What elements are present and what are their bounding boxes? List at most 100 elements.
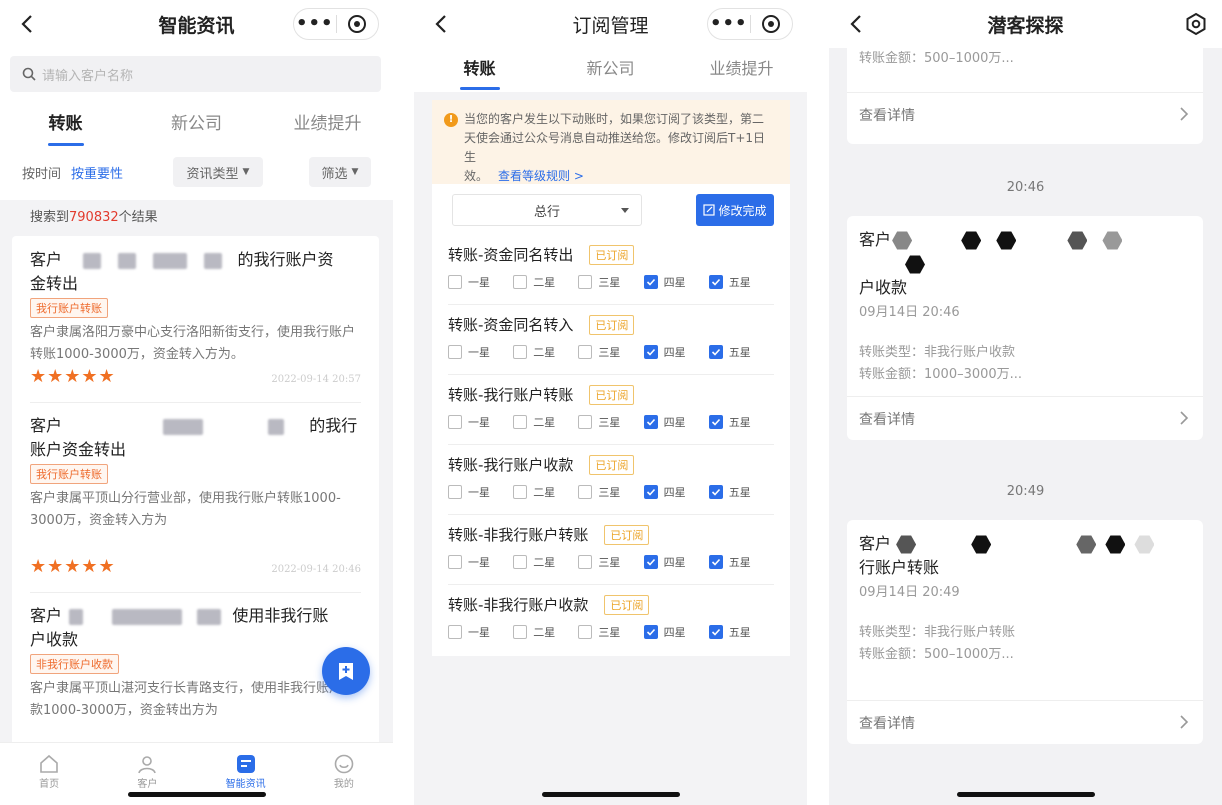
checkbox[interactable] — [708, 485, 723, 499]
checkbox[interactable] — [578, 485, 593, 499]
checkbox[interactable] — [513, 625, 528, 639]
star-level-option[interactable]: 四星 — [643, 484, 709, 500]
star-level-option[interactable]: 三星 — [578, 554, 643, 570]
star-level-option[interactable]: 三星 — [578, 274, 643, 290]
star-level-option[interactable]: 三星 — [578, 484, 643, 500]
star-level-option[interactable]: 二星 — [513, 554, 578, 570]
checkbox[interactable] — [448, 625, 462, 639]
tab-transfer[interactable]: 转账 — [414, 48, 545, 92]
star-level-option[interactable]: 三星 — [578, 344, 643, 360]
tab-performance[interactable]: 业绩提升 — [676, 48, 807, 92]
checkbox[interactable] — [578, 625, 593, 639]
transfer-type: 转账类型：非我行账户收款 — [859, 345, 1016, 360]
checkbox[interactable] — [448, 555, 462, 569]
news-item[interactable]: 客户 使用非我行账 户收款 非我行账户收款 客户隶属平顶山湛河支行长青路支行，使… — [30, 604, 360, 722]
filter-dropdown[interactable]: 筛选 ▼ — [309, 157, 371, 187]
checkbox[interactable] — [643, 275, 658, 289]
news-time: 2022-09-14 20:57 — [271, 374, 361, 385]
star-level-option[interactable]: 五星 — [708, 484, 774, 500]
checkbox[interactable] — [643, 625, 658, 639]
star-level-option[interactable]: 五星 — [708, 554, 774, 570]
tab-performance[interactable]: 业绩提升 — [262, 104, 393, 144]
star-level-option[interactable]: 三星 — [578, 414, 643, 430]
view-details-link[interactable]: 查看详情 — [847, 700, 1203, 744]
close-mini-program-icon[interactable] — [337, 14, 379, 34]
star-level-option[interactable]: 五星 — [708, 624, 774, 640]
screen-prospect-explorer: 潜客探探 转账金额：500–1000万... 查看详情 20:46 客户 户收款 — [829, 0, 1222, 805]
checkbox[interactable] — [448, 275, 462, 289]
checkbox[interactable] — [448, 345, 462, 359]
checkbox[interactable] — [578, 415, 593, 429]
checkbox[interactable] — [643, 485, 658, 499]
news-item[interactable]: 客户 的我行 账户资金转出 我行账户转账 客户隶属平顶山分行营业部，使用我行账户… — [30, 414, 360, 532]
tab-new-company[interactable]: 新公司 — [545, 48, 676, 92]
search-input[interactable]: 请输入客户名称 — [10, 56, 381, 92]
star-level-option[interactable]: 二星 — [513, 484, 578, 500]
checkbox[interactable] — [708, 345, 723, 359]
star-level-option[interactable]: 一星 — [448, 624, 513, 640]
checkbox[interactable] — [513, 345, 528, 359]
sort-by-time[interactable]: 按时间 — [22, 163, 61, 182]
checkbox[interactable] — [643, 555, 658, 569]
close-mini-program-icon[interactable] — [751, 14, 793, 34]
star-level-option[interactable]: 一星 — [448, 344, 513, 360]
subscribed-badge: 已订阅 — [604, 524, 650, 545]
level-rules-link[interactable]: 查看等级规则 > — [498, 169, 584, 183]
star-level-option[interactable]: 四星 — [643, 554, 709, 570]
star-level-option[interactable]: 一星 — [448, 414, 513, 430]
back-arrow-icon[interactable] — [430, 12, 454, 36]
checkbox[interactable] — [513, 555, 528, 569]
view-details-link[interactable]: 查看详情 — [847, 92, 1203, 136]
checkbox[interactable] — [708, 555, 723, 569]
checkbox[interactable] — [513, 415, 528, 429]
checkbox[interactable] — [578, 555, 593, 569]
checkbox[interactable] — [578, 275, 593, 289]
star-level-option[interactable]: 二星 — [513, 624, 578, 640]
checkbox[interactable] — [708, 415, 723, 429]
tab-new-company[interactable]: 新公司 — [131, 104, 262, 144]
tabbar-home[interactable]: 首页 — [0, 743, 98, 805]
checkbox[interactable] — [578, 345, 593, 359]
add-subscription-fab[interactable] — [322, 647, 370, 695]
checkbox[interactable] — [448, 485, 462, 499]
star-level-option[interactable]: 二星 — [513, 274, 578, 290]
tag-label: 非我行账户收款 — [30, 654, 119, 674]
star-level-option[interactable]: 二星 — [513, 344, 578, 360]
star-level-option[interactable]: 四星 — [643, 624, 709, 640]
back-arrow-icon[interactable] — [16, 12, 40, 36]
branch-select[interactable]: 总行 — [452, 194, 642, 226]
news-type-dropdown[interactable]: 资讯类型 ▼ — [173, 157, 263, 187]
checkbox[interactable] — [708, 625, 723, 639]
back-arrow-icon[interactable] — [845, 12, 869, 36]
star-level-option[interactable]: 一星 — [448, 274, 513, 290]
star-level-option[interactable]: 一星 — [448, 484, 513, 500]
star-level-option[interactable]: 五星 — [708, 274, 774, 290]
checkbox[interactable] — [643, 415, 658, 429]
tab-transfer[interactable]: 转账 — [0, 104, 131, 146]
search-icon — [22, 67, 36, 81]
star-level-option[interactable]: 五星 — [708, 344, 774, 360]
star-level-option[interactable]: 四星 — [643, 414, 709, 430]
sort-by-importance[interactable]: 按重要性 — [71, 163, 123, 182]
checkbox[interactable] — [448, 415, 462, 429]
star-level-option[interactable]: 四星 — [643, 344, 709, 360]
checkbox[interactable] — [513, 485, 528, 499]
view-details-link[interactable]: 查看详情 — [847, 396, 1203, 440]
checkbox[interactable] — [708, 275, 723, 289]
star-level-option[interactable]: 五星 — [708, 414, 774, 430]
nav-bar: 潜客探探 — [829, 0, 1222, 48]
settings-gear-icon[interactable] — [1184, 12, 1208, 36]
checkmark-icon — [646, 558, 655, 566]
checkbox[interactable] — [643, 345, 658, 359]
checkbox[interactable] — [513, 275, 528, 289]
news-item[interactable]: 客户 的我行账户资 金转出 我行账户转账 客户隶属洛阳万豪中心支行洛阳新街支行，… — [30, 248, 360, 366]
more-dots-icon[interactable]: ••• — [708, 9, 750, 39]
star-level-option[interactable]: 一星 — [448, 554, 513, 570]
finish-edit-button[interactable]: 修改完成 — [696, 194, 774, 226]
more-dots-icon[interactable]: ••• — [294, 9, 336, 39]
star-level-option[interactable]: 三星 — [578, 624, 643, 640]
star-level-option[interactable]: 四星 — [643, 274, 709, 290]
tabbar-mine[interactable]: 我的 — [295, 743, 393, 805]
star-level-option[interactable]: 二星 — [513, 414, 578, 430]
nav-bar: 订阅管理 ••• — [414, 0, 807, 48]
